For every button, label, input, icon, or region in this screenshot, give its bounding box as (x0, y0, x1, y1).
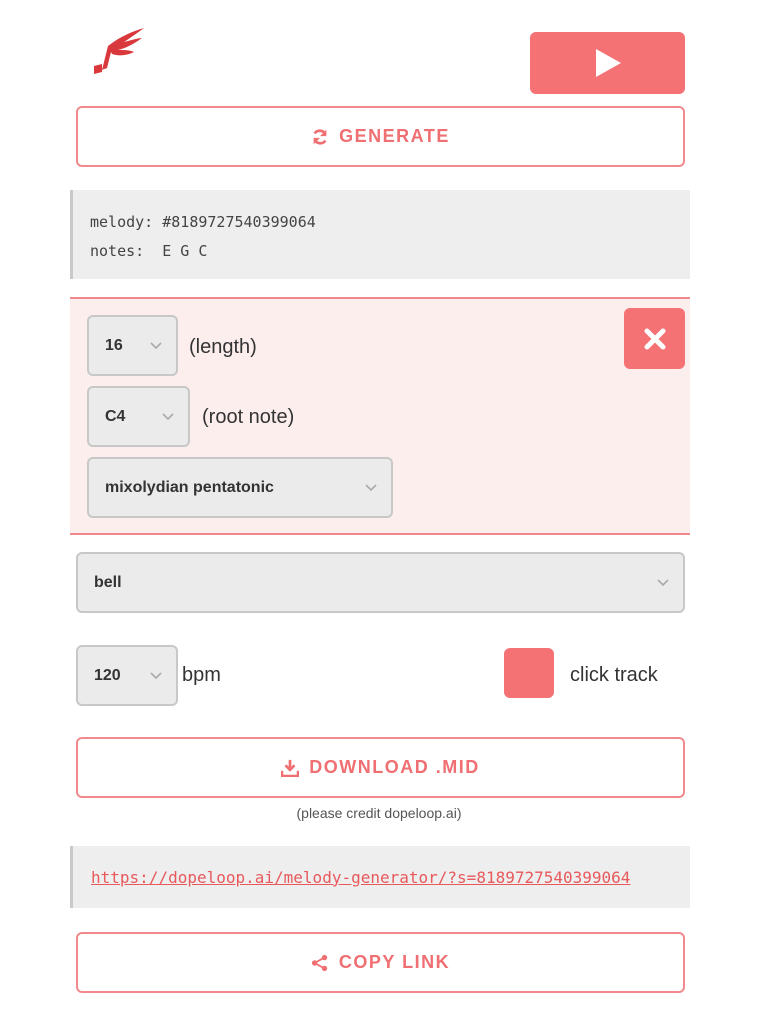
share-url-box: https://dopeloop.ai/melody-generator/?s=… (70, 846, 690, 908)
length-value: 16 (105, 336, 123, 354)
logo (86, 24, 150, 88)
root-note-label: (root note) (202, 406, 295, 428)
credit-note: (please credit dopeloop.ai) (296, 805, 462, 821)
refresh-icon (313, 128, 327, 145)
share-icon (311, 954, 328, 971)
winged-note-icon (94, 28, 144, 74)
instrument-select[interactable]: bell (76, 552, 685, 613)
download-icon (281, 759, 300, 777)
download-mid-button[interactable]: DOWNLOAD .MID (76, 737, 685, 798)
melody-id: melody: #8189727540399064 (90, 213, 316, 231)
bpm-value: 120 (94, 666, 121, 684)
remove-params-button[interactable] (624, 308, 685, 369)
bpm-label: bpm (182, 664, 221, 686)
chevron-down-icon (150, 341, 162, 349)
instrument-value: bell (94, 573, 122, 591)
melody-notes: notes: E G C (90, 242, 208, 260)
copy-link-button[interactable]: COPY LINK (76, 932, 685, 993)
copy-link-label: COPY LINK (338, 952, 451, 972)
download-label: DOWNLOAD .MID (309, 757, 480, 777)
chevron-down-icon (150, 671, 162, 679)
share-url-link[interactable]: https://dopeloop.ai/melody-generator/?s=… (91, 868, 665, 887)
root-note-value: C4 (105, 407, 126, 425)
click-track-toggle[interactable] (504, 648, 554, 698)
generate-button[interactable]: GENERATE (76, 106, 685, 167)
length-select[interactable]: 16 (87, 315, 178, 376)
scale-select[interactable]: mixolydian pentatonic (87, 457, 393, 518)
length-label: (length) (189, 336, 257, 358)
generate-label: GENERATE (339, 126, 450, 146)
close-icon (644, 328, 665, 349)
bpm-select[interactable]: 120 (76, 645, 178, 706)
chevron-down-icon (365, 483, 377, 491)
root-note-select[interactable]: C4 (87, 386, 190, 447)
chevron-down-icon (657, 578, 669, 586)
play-icon (595, 49, 621, 77)
melody-info-box: melody: #8189727540399064 notes: E G C (70, 190, 690, 279)
play-button[interactable] (530, 32, 685, 94)
scale-value: mixolydian pentatonic (105, 478, 274, 496)
click-track-label: click track (570, 664, 658, 686)
chevron-down-icon (162, 412, 174, 420)
